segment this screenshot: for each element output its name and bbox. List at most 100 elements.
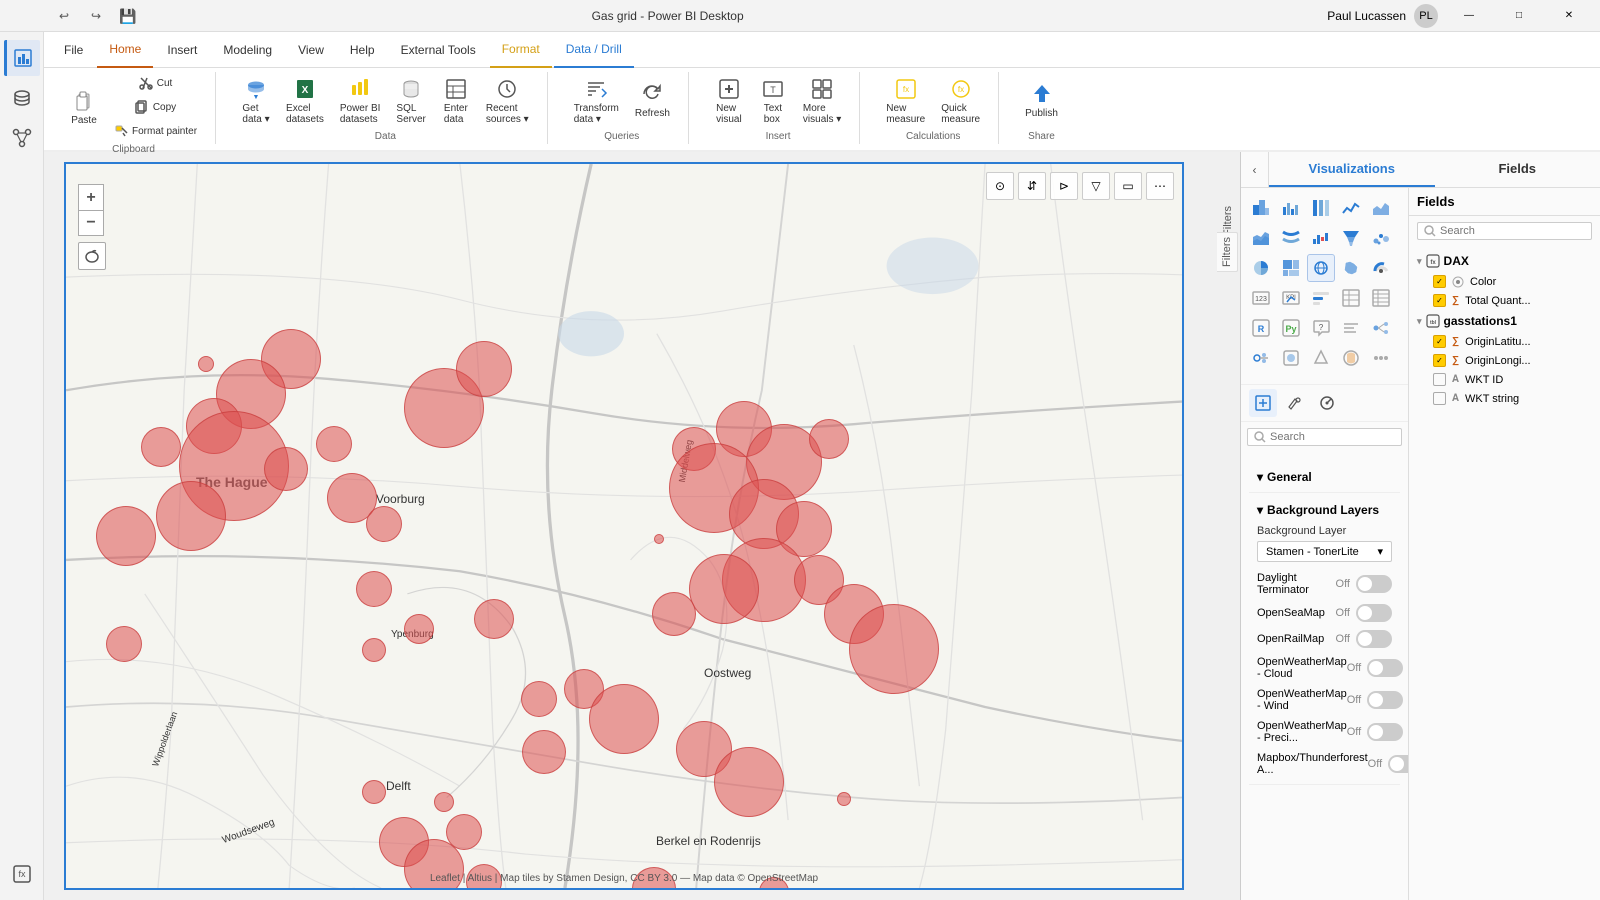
powerbi-button[interactable]: Power BIdatasets [334, 73, 387, 129]
sidebar-item-report[interactable] [4, 40, 40, 76]
new-visual-button[interactable]: Newvisual [709, 73, 749, 129]
zoom-out-button[interactable]: − [78, 210, 104, 236]
viz-qna[interactable]: ? [1307, 314, 1335, 342]
cut-button[interactable]: Cut [108, 72, 203, 94]
viz-ellipsis[interactable] [1367, 344, 1395, 372]
field-origin-lat[interactable]: ✓ ∑ OriginLatitu... [1409, 332, 1600, 351]
tab-data-drill[interactable]: Data / Drill [554, 32, 634, 68]
background-layer-dropdown[interactable]: Stamen - TonerLite ▾ [1257, 541, 1392, 562]
field-wkt-id[interactable]: 𝐀 WKT ID [1409, 370, 1600, 389]
redo-button[interactable]: ↪ [84, 4, 108, 28]
viz-pie[interactable] [1247, 254, 1275, 282]
fields-search-box[interactable] [1417, 222, 1592, 240]
viz-matrix[interactable] [1367, 284, 1395, 312]
filters-panel-label[interactable]: Filters [1217, 232, 1238, 272]
more-visuals-button[interactable]: Morevisuals ▾ [797, 73, 847, 129]
field-color-checkbox[interactable]: ✓ [1433, 275, 1446, 288]
text-box-button[interactable]: T Textbox [753, 73, 793, 129]
tab-home[interactable]: Home [97, 32, 153, 68]
new-measure-button[interactable]: fx Newmeasure [880, 73, 931, 129]
fields-search-input[interactable] [1440, 225, 1585, 237]
field-origin-long[interactable]: ✓ ∑ OriginLongi... [1409, 351, 1600, 370]
viz-search-box[interactable] [1247, 428, 1402, 446]
viz-arcgis[interactable] [1337, 344, 1365, 372]
analytics-button[interactable] [1313, 389, 1341, 417]
viz-stacked-area[interactable] [1247, 224, 1275, 252]
daylight-terminator-switch[interactable] [1356, 575, 1392, 593]
get-data-button[interactable]: ▼ Getdata ▾ [236, 73, 276, 129]
recent-sources-button[interactable]: Recentsources ▾ [480, 73, 535, 129]
collapse-panel-button[interactable]: ‹ [1241, 152, 1269, 187]
tab-external-tools[interactable]: External Tools [389, 32, 488, 68]
gasstations-section-header[interactable]: ▾ tbl gasstations1 [1409, 310, 1600, 332]
dax-section-header[interactable]: ▾ fx DAX [1409, 250, 1600, 272]
tab-insert[interactable]: Insert [155, 32, 209, 68]
close-button[interactable]: ✕ [1546, 0, 1592, 32]
quick-measure-button[interactable]: fx Quickmeasure [935, 73, 986, 129]
viz-scatter[interactable] [1367, 224, 1395, 252]
focus-mode-button[interactable]: ⊙ [986, 172, 1014, 200]
sql-button[interactable]: SQLServer [390, 73, 431, 129]
open-sea-map-switch[interactable] [1356, 604, 1392, 622]
viz-custom2[interactable] [1307, 344, 1335, 372]
show-data-button[interactable]: ⇵ [1018, 172, 1046, 200]
field-color[interactable]: ✓ Color [1409, 272, 1600, 291]
refresh-button[interactable]: Refresh [629, 78, 676, 123]
viz-decomposition-tree[interactable] [1367, 314, 1395, 342]
minimize-button[interactable]: — [1446, 0, 1492, 32]
tab-view[interactable]: View [286, 32, 336, 68]
viz-gauge[interactable] [1367, 254, 1395, 282]
sidebar-item-dax[interactable]: fx [4, 856, 40, 892]
viz-ribbon[interactable] [1277, 224, 1305, 252]
viz-kpi[interactable]: KPI [1277, 284, 1305, 312]
format-visual-button[interactable] [1281, 389, 1309, 417]
viz-map[interactable] [1307, 254, 1335, 282]
viz-table[interactable] [1337, 284, 1365, 312]
excel-button[interactable]: X Exceldatasets [280, 73, 330, 129]
field-wkt-id-checkbox[interactable] [1433, 373, 1446, 386]
more-options-button[interactable]: ⋯ [1146, 172, 1174, 200]
viz-custom1[interactable] [1277, 344, 1305, 372]
filter-button[interactable]: ▽ [1082, 172, 1110, 200]
viz-stacked-bar[interactable] [1247, 194, 1275, 222]
mapbox-switch[interactable] [1388, 755, 1408, 773]
viz-key-influencers[interactable] [1247, 344, 1275, 372]
viz-r-visual[interactable]: R [1247, 314, 1275, 342]
copy-button[interactable]: Copy [108, 96, 203, 118]
sidebar-item-model[interactable] [4, 120, 40, 156]
background-layers-header[interactable]: ▾ Background Layers [1257, 497, 1392, 521]
field-total-qty-checkbox[interactable]: ✓ [1433, 294, 1446, 307]
format-painter-button[interactable]: Format painter [108, 120, 203, 142]
viz-waterfall[interactable] [1307, 224, 1335, 252]
field-wkt-string[interactable]: 𝐀 WKT string [1409, 389, 1600, 408]
viz-card[interactable]: 123 [1247, 284, 1275, 312]
sidebar-item-data[interactable] [4, 80, 40, 116]
tab-visualizations[interactable]: Visualizations [1269, 152, 1435, 187]
zoom-in-button[interactable]: + [78, 184, 104, 210]
open-rail-map-switch[interactable] [1356, 630, 1392, 648]
viz-smart-narrative[interactable] [1337, 314, 1365, 342]
viz-python[interactable]: Py [1277, 314, 1305, 342]
field-origin-lat-checkbox[interactable]: ✓ [1433, 335, 1446, 348]
enter-data-button[interactable]: Enterdata [436, 73, 476, 129]
expand-button[interactable]: ⊳ [1050, 172, 1078, 200]
viz-funnel[interactable] [1337, 224, 1365, 252]
map-container[interactable]: The Hague Voorburg Ypenburg Delft Berkel… [64, 162, 1184, 890]
paste-button[interactable]: Paste [64, 85, 104, 130]
publish-button[interactable]: Publish [1019, 78, 1064, 123]
field-total-quantity[interactable]: ✓ ∑ Total Quant... [1409, 291, 1600, 310]
openweather-preci-switch[interactable] [1367, 723, 1403, 741]
viz-treemap[interactable] [1277, 254, 1305, 282]
lasso-button[interactable] [78, 242, 106, 270]
maximize-button[interactable]: □ [1496, 0, 1542, 32]
tab-file[interactable]: File [52, 32, 95, 68]
openweather-cloud-switch[interactable] [1367, 659, 1403, 677]
viz-line[interactable] [1337, 194, 1365, 222]
viz-slicer[interactable] [1307, 284, 1335, 312]
field-origin-long-checkbox[interactable]: ✓ [1433, 354, 1446, 367]
build-visual-button[interactable] [1249, 389, 1277, 417]
field-wkt-string-checkbox[interactable] [1433, 392, 1446, 405]
visual-options-button[interactable]: ▭ [1114, 172, 1142, 200]
openweather-wind-switch[interactable] [1367, 691, 1403, 709]
general-section-header[interactable]: ▾ General [1257, 464, 1392, 488]
